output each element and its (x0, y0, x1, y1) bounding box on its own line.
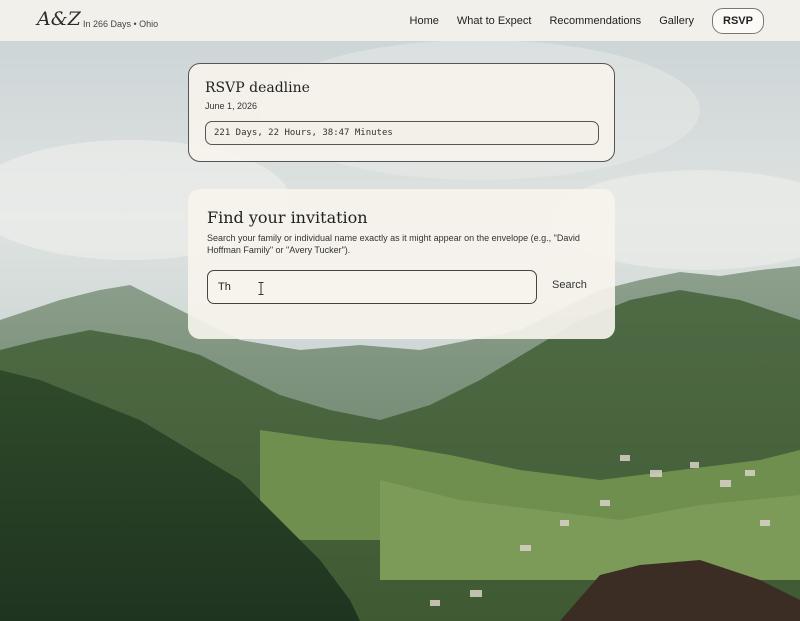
countdown-location-tagline: In 266 Days • Ohio (83, 19, 159, 29)
nav-rsvp-button[interactable]: RSVP (712, 7, 764, 34)
deadline-countdown: 221 Days, 22 Hours, 38:47 Minutes (205, 121, 599, 145)
invitation-search-input[interactable] (207, 270, 537, 304)
rsvp-deadline-date: June 1, 2026 (205, 101, 258, 111)
rsvp-deadline-title: RSVP deadline (205, 80, 310, 96)
nav-item-what-to-expect[interactable]: What to Expect (457, 15, 532, 27)
rsvp-deadline-card: RSVP deadline June 1, 2026 221 Days, 22 … (188, 63, 615, 162)
find-invitation-description: Search your family or individual name ex… (207, 233, 580, 255)
text-cursor-icon (258, 282, 264, 295)
top-navigation-bar: A&Z In 266 Days • Ohio Home What to Expe… (0, 0, 800, 41)
nav-menu: Home What to Expect Recommendations Gall… (392, 0, 764, 41)
nav-item-home[interactable]: Home (410, 15, 439, 27)
nav-item-gallery[interactable]: Gallery (659, 15, 694, 27)
nav-item-recommendations[interactable]: Recommendations (549, 15, 641, 27)
find-invitation-title: Find your invitation (207, 208, 368, 227)
site-logo[interactable]: A&Z (37, 8, 81, 30)
find-invitation-card: Find your invitation Search your family … (188, 189, 615, 339)
search-button[interactable]: Search (552, 279, 587, 291)
